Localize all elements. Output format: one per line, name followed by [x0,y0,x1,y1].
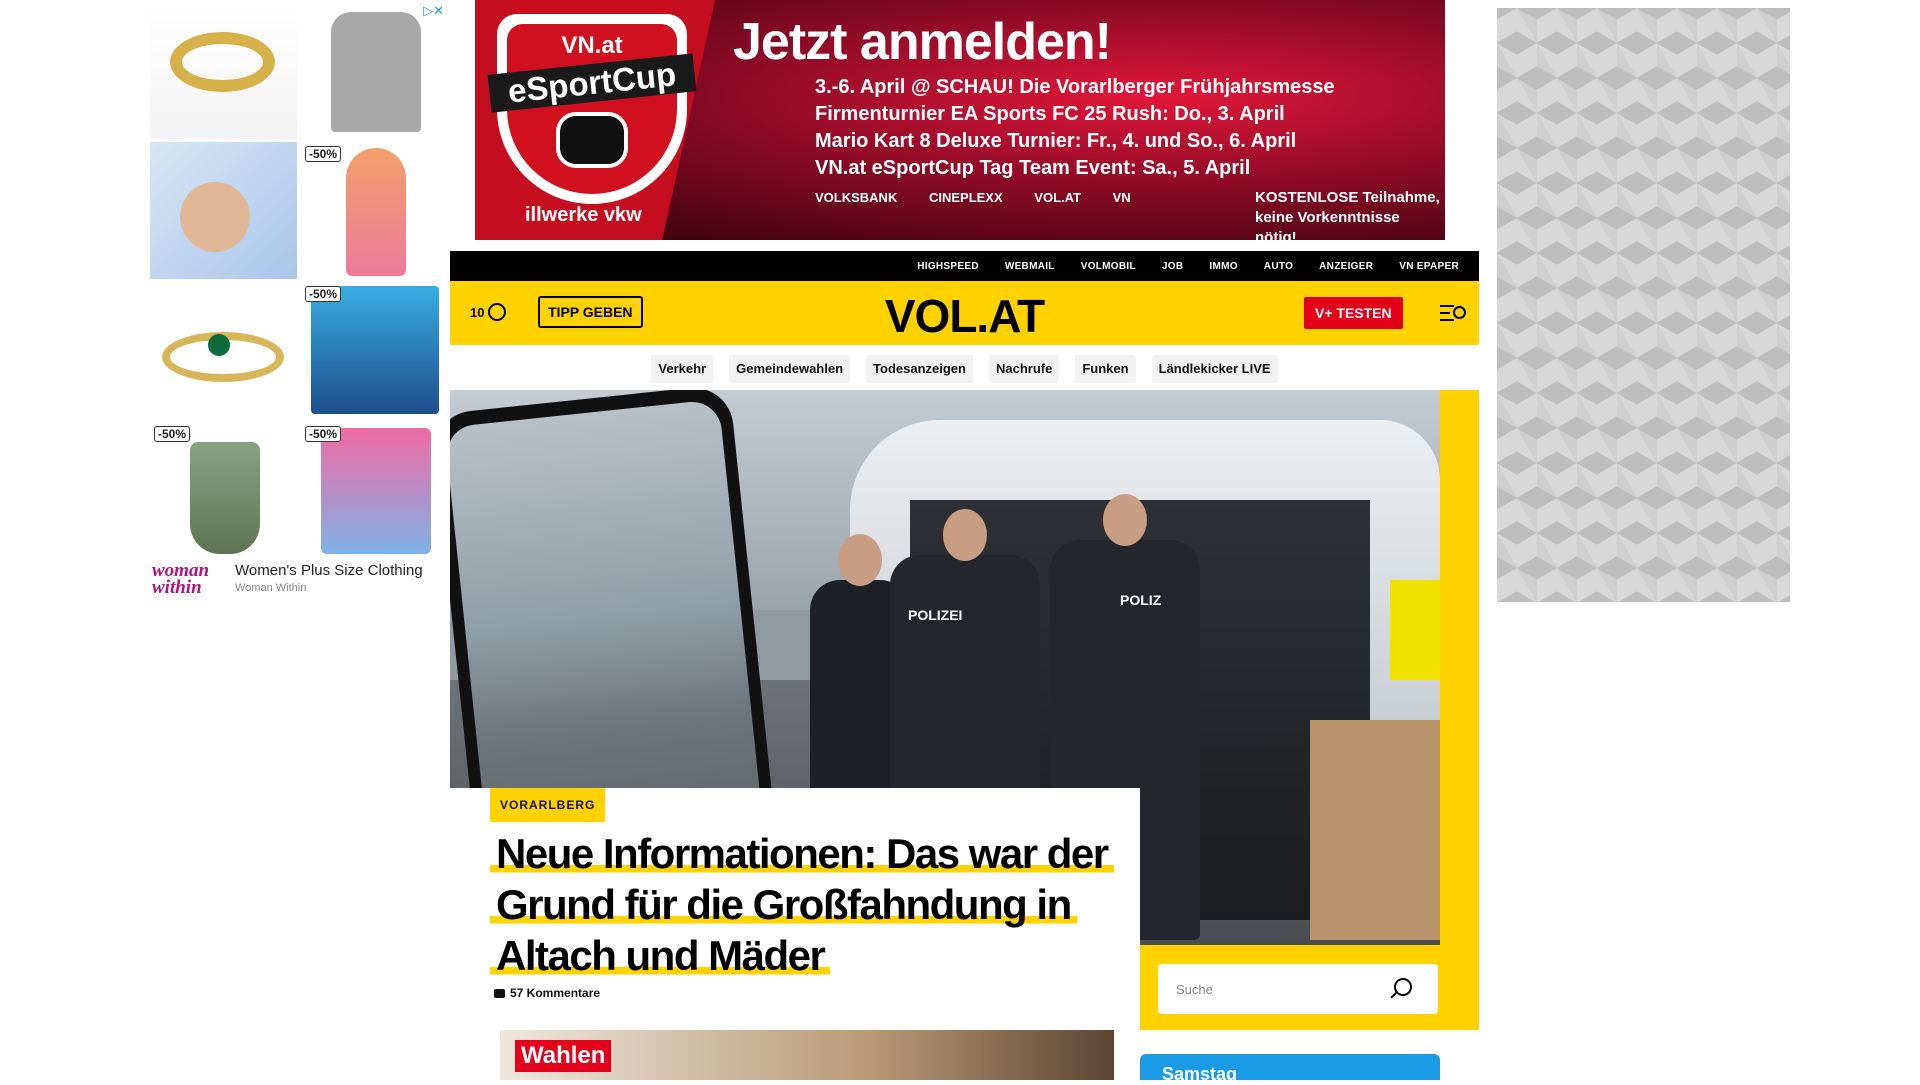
topic-navigation: Verkehr Gemeindewahlen Todesanzeigen Nac… [450,355,1479,383]
polizei-label: POLIZ [1120,592,1162,608]
logo-vn-text: VN.at [561,32,623,59]
ad-product-underwear-pink[interactable]: -50% [301,422,448,559]
article-category-tag[interactable]: VORARLBERG [490,788,606,822]
banner-headline: Jetzt anmelden! [733,13,1112,71]
nav-pill-gemeindewahlen[interactable]: Gemeindewahlen [729,355,851,383]
banner-free-note: KOSTENLOSE Teilnahme, keine Vorkenntniss… [1255,188,1445,240]
topbar-link-job[interactable]: JOB [1162,261,1183,272]
nav-pill-nachrufe[interactable]: Nachrufe [988,355,1060,383]
tipp-geben-button[interactable]: TIPP GEBEN [538,296,643,328]
search-box[interactable]: Suche [1158,964,1438,1014]
banner-line: VN.at eSportCup Tag Team Event: Sa., 5. … [815,157,1251,179]
ad-product-underwear-blue[interactable]: -50% [301,282,448,419]
main-header: 10 TIPP GEBEN VOL.AT V+ TESTEN [450,281,1479,345]
discount-badge: -50% [154,426,191,442]
banner-free-line: keine Vorkenntnisse nötig! [1255,209,1400,240]
article-headline[interactable]: Neue Informationen: Das war der Grund fü… [490,828,1120,981]
ad-product-pad[interactable] [150,142,297,279]
partner-logo: VOLKSBANK [815,190,898,205]
nav-pill-verkehr[interactable]: Verkehr [651,355,714,383]
nav-pill-funken[interactable]: Funken [1075,355,1136,383]
ad-product-tshirt[interactable]: ▷✕ [301,2,448,139]
headline-text[interactable]: Neue Informationen: Das war der Grund fü… [490,830,1114,979]
logo-cup-text: eSportCup [487,53,697,113]
partner-logo: VOL.AT [1034,190,1081,205]
temperature-value: 10 [470,304,485,320]
discount-badge: -50% [305,286,342,302]
ad-product-ring-gold[interactable] [150,2,297,139]
search-input[interactable]: Suche [1176,982,1213,997]
partner-logo: CINEPLEXX [928,190,1003,205]
topbar-link-webmail[interactable]: WEBMAIL [1005,261,1055,272]
service-links-bar: HIGHSPEED WEBMAIL VOLMOBIL JOB IMMO AUTO… [450,251,1479,281]
search-icon[interactable] [1394,978,1412,996]
banner-line: 3.-6. April @ SCHAU! Die Vorarlberger Fr… [815,76,1335,98]
gamepad-icon [556,112,628,168]
ad-product-dress[interactable]: -50% [301,142,448,279]
partner-logo: VN [1112,190,1131,205]
left-advertisement[interactable]: ▷✕ -50% -50% -50% -50% woman within Wome… [150,0,448,600]
comment-count-text: 57 Kommentare [510,986,601,1000]
ad-product-ring-green[interactable] [150,282,297,419]
comment-count[interactable]: 57 Kommentare [494,986,600,1000]
topbar-link-anzeiger[interactable]: ANZEIGER [1319,261,1373,272]
banner-free-line: KOSTENLOSE Teilnahme, [1255,189,1440,206]
topbar-link-highspeed[interactable]: HIGHSPEED [917,261,979,272]
second-article-image[interactable]: Wahlen [500,1030,1114,1080]
banner-partner-logos: VOLKSBANK CINEPLEXX VOL.AT VN [815,190,1159,205]
discount-badge: -50% [305,146,342,162]
wahlen-badge: Wahlen [515,1040,612,1072]
esportcup-logo: VN.at eSportCup [487,14,697,204]
nav-pill-laendlekicker-live[interactable]: Ländlekicker LIVE [1151,355,1278,383]
esportcup-banner-ad[interactable]: VN.at eSportCup illwerke vkw Jetzt anmel… [475,0,1445,240]
ad-subtitle: Woman Within [235,582,307,594]
vplus-testen-button[interactable]: V+ TESTEN [1304,297,1403,329]
topbar-link-vn-epaper[interactable]: VN EPAPER [1399,261,1459,272]
adchoices-icon[interactable]: ▷✕ [423,4,444,19]
paper-bag [1310,720,1440,940]
lead-article-card[interactable]: VORARLBERG Neue Informationen: Das war d… [450,788,1140,1030]
topbar-link-volmobil[interactable]: VOLMOBIL [1081,261,1136,272]
weather-icon [488,303,507,321]
weather-day: Samstag [1162,1064,1238,1084]
weather-widget[interactable]: Samstag [1140,1054,1440,1084]
topbar-link-immo[interactable]: IMMO [1209,261,1237,272]
ad-product-skirt[interactable]: -50% [150,422,297,559]
weather-indicator[interactable]: 10 [470,303,507,321]
banner-line: Mario Kart 8 Deluxe Turnier: Fr., 4. und… [815,130,1297,152]
topbar-link-auto[interactable]: AUTO [1264,261,1293,272]
discount-badge: -50% [305,426,342,442]
comment-icon [494,988,505,998]
banner-line: Firmenturnier EA Sports FC 25 Rush: Do.,… [815,103,1285,125]
nav-pill-todesanzeigen[interactable]: Todesanzeigen [866,355,973,383]
ad-title[interactable]: Women's Plus Size Clothing [235,562,423,579]
menu-search-icon[interactable] [1440,302,1466,324]
right-advertisement-pattern[interactable] [1497,8,1790,602]
polizei-label: POLIZEI [908,607,963,623]
banner-sponsor: illwerke vkw [525,204,642,226]
ad-brand-logo[interactable]: woman within [152,561,232,597]
